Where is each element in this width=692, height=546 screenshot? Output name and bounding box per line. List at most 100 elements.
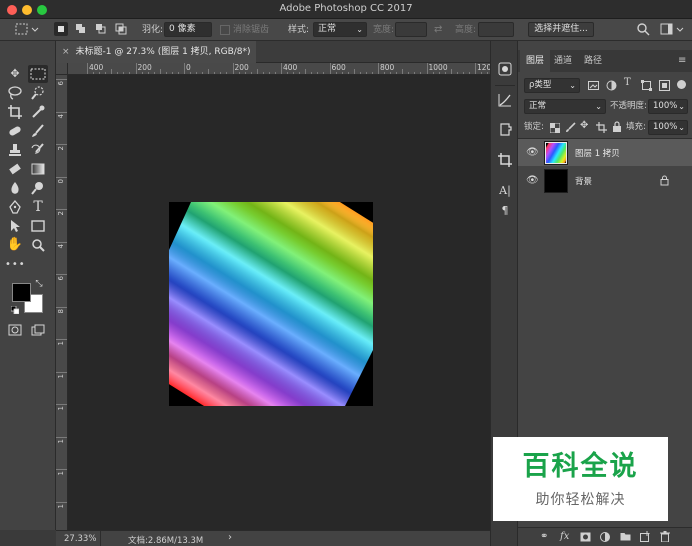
lock-all-icon[interactable]: [612, 121, 622, 136]
quick-selection-tool-icon[interactable]: [28, 84, 48, 102]
healing-brush-tool-icon[interactable]: [5, 122, 25, 140]
dock-divider: [495, 85, 515, 86]
tools-panel: ✥ T ✋ ••• ⤡: [0, 41, 56, 530]
brush-tool-icon[interactable]: [28, 122, 48, 140]
move-tool-icon[interactable]: ✥: [5, 65, 25, 83]
visibility-eye-icon[interactable]: 👁: [526, 175, 539, 186]
character-panel-icon[interactable]: A|: [496, 183, 514, 199]
zoom-tool-icon[interactable]: [28, 236, 48, 254]
document-tab[interactable]: ×未标题-1 @ 27.3% (图层 1 拷贝, RGB/8*) *: [56, 41, 256, 79]
toolbar-grip[interactable]: [4, 46, 52, 50]
chevron-down-icon: ⌄: [356, 25, 363, 34]
ruler-tick: [56, 111, 67, 113]
trash-icon[interactable]: [660, 531, 670, 545]
marquee-preset-icon[interactable]: [14, 22, 40, 36]
blur-tool-icon[interactable]: [5, 179, 25, 197]
visibility-eye-icon[interactable]: 👁: [526, 147, 539, 158]
status-menu-arrow[interactable]: ›: [228, 532, 232, 543]
ruler-origin[interactable]: [56, 63, 68, 75]
foreground-color-swatch[interactable]: [12, 283, 31, 302]
select-and-mask-button[interactable]: 选择并遮住...: [528, 22, 594, 37]
subtract-selection-icon[interactable]: [94, 22, 108, 36]
fill-input[interactable]: 100% ⌄: [648, 120, 688, 135]
add-selection-icon[interactable]: [74, 22, 88, 36]
search-icon[interactable]: [636, 22, 650, 36]
layer-name[interactable]: 图层 1 拷贝: [575, 147, 620, 159]
rectangle-tool-icon[interactable]: [28, 217, 48, 235]
mask-icon[interactable]: [580, 532, 591, 545]
clone-stamp-tool-icon[interactable]: [5, 141, 25, 159]
close-tab-icon[interactable]: ×: [62, 47, 70, 57]
feather-input[interactable]: 0 像素: [164, 22, 212, 37]
title-bar: Adobe Photoshop CC 2017: [0, 0, 692, 19]
new-selection-icon[interactable]: [54, 22, 68, 36]
paragraph-panel-icon[interactable]: ¶: [496, 203, 514, 219]
lasso-tool-icon[interactable]: [5, 84, 25, 102]
hand-tool-icon[interactable]: ✋: [5, 236, 25, 254]
filter-smart-object-icon[interactable]: [659, 80, 670, 94]
workspace-icon[interactable]: [660, 22, 686, 36]
tab-channels[interactable]: 通道: [548, 50, 578, 72]
tab-layers[interactable]: 图层: [520, 50, 551, 72]
curves-panel-icon[interactable]: [496, 92, 514, 108]
lock-pixels-icon[interactable]: [565, 122, 576, 136]
eyedropper-tool-icon[interactable]: [28, 103, 48, 121]
antialias-check-box[interactable]: [220, 24, 230, 35]
canvas-area[interactable]: [68, 75, 490, 530]
folder-icon[interactable]: [620, 532, 631, 544]
screen-mode-icon[interactable]: [28, 321, 48, 339]
ruler-label: 200: [137, 63, 152, 72]
eraser-tool-icon[interactable]: [5, 160, 25, 178]
type-tool-icon[interactable]: T: [28, 198, 48, 216]
style-select[interactable]: 正常 ⌄: [313, 22, 367, 37]
blend-mode-value: 正常: [529, 101, 547, 111]
quick-mask-icon[interactable]: [5, 321, 25, 339]
ruler-label: 2: [57, 211, 65, 216]
antialias-checkbox[interactable]: 消除锯齿: [220, 23, 269, 37]
filter-shape-icon[interactable]: [641, 80, 652, 94]
panel-menu-icon[interactable]: ≡: [672, 50, 692, 72]
swap-dimensions-icon[interactable]: ⇄: [434, 23, 442, 37]
filter-type-icon[interactable]: T: [624, 77, 631, 88]
layer-filter-select[interactable]: ρ类型 ⌄: [524, 78, 580, 93]
marquee-tool-icon[interactable]: [28, 65, 48, 83]
window-title: Adobe Photoshop CC 2017: [279, 3, 413, 14]
color-panel-icon[interactable]: [496, 61, 514, 77]
intersect-selection-icon[interactable]: [114, 22, 128, 36]
history-brush-tool-icon[interactable]: [28, 141, 48, 159]
link-icon[interactable]: ⚭: [540, 531, 548, 542]
layer-row-background[interactable]: 👁 背景: [518, 167, 692, 194]
path-selection-tool-icon[interactable]: [5, 217, 25, 235]
lock-icon: [660, 175, 669, 189]
fx-icon[interactable]: fx: [560, 531, 569, 542]
lock-position-icon[interactable]: ✥: [580, 120, 588, 131]
tab-paths[interactable]: 路径: [578, 50, 608, 72]
dodge-tool-icon[interactable]: [28, 179, 48, 197]
libraries-panel-icon[interactable]: [496, 121, 514, 137]
lock-transparent-icon[interactable]: [549, 122, 561, 136]
new-layer-icon[interactable]: [640, 531, 651, 545]
layer-filter-value: ρ类型: [529, 80, 552, 90]
pen-tool-icon[interactable]: [5, 198, 25, 216]
default-colors-icon[interactable]: [10, 305, 20, 315]
ruler-label: 4: [57, 243, 65, 248]
filter-pixel-icon[interactable]: [588, 80, 599, 94]
gradient-tool-icon[interactable]: [28, 160, 48, 178]
ruler-tick: [56, 209, 67, 210]
filter-toggle-icon[interactable]: [677, 80, 686, 89]
zoom-level[interactable]: 27.33%: [64, 534, 96, 544]
opacity-input[interactable]: 100% ⌄: [648, 99, 688, 114]
adjustment-icon[interactable]: [600, 532, 610, 545]
crop-tool-icon[interactable]: [5, 103, 25, 121]
lock-artboard-icon[interactable]: [596, 122, 607, 136]
swap-colors-icon[interactable]: ⤡: [33, 278, 45, 290]
crop-panel-icon[interactable]: [496, 152, 514, 168]
width-input[interactable]: [395, 22, 427, 37]
ruler-label: 0: [57, 178, 65, 183]
layer-row-copy[interactable]: 👁 图层 1 拷贝: [518, 139, 692, 166]
more-tools-icon[interactable]: •••: [5, 256, 25, 274]
filter-adjustment-icon[interactable]: [606, 80, 617, 94]
blend-mode-select[interactable]: 正常 ⌄: [524, 99, 606, 114]
height-input[interactable]: [478, 22, 514, 37]
layer-name[interactable]: 背景: [575, 175, 592, 187]
